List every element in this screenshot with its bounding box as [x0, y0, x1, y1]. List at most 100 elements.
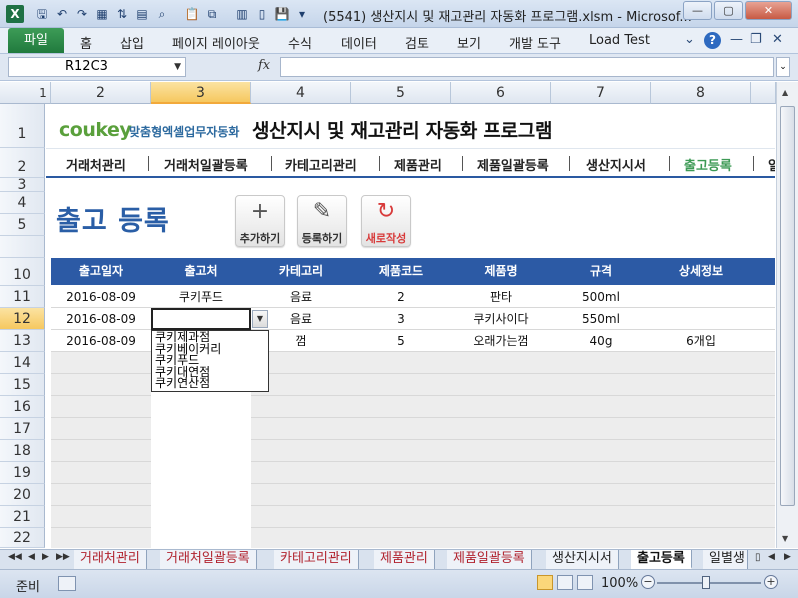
- cell-category[interactable]: 음료: [251, 286, 351, 308]
- nav-item-product-bulk[interactable]: 제품일괄등록: [477, 155, 549, 174]
- column-icon[interactable]: ▯: [254, 6, 270, 22]
- cell-product-name[interactable]: 오래가는껌: [451, 330, 551, 352]
- page-layout-view-icon[interactable]: [557, 575, 573, 590]
- cell-product-name[interactable]: 쿠키사이다: [451, 308, 551, 330]
- tab-page-layout[interactable]: 페이지 레이아웃: [172, 33, 260, 52]
- row-header[interactable]: 22: [0, 528, 45, 548]
- row-header[interactable]: [0, 236, 45, 258]
- table-row[interactable]: [51, 418, 775, 440]
- register-button[interactable]: ✎ 등록하기: [297, 195, 347, 247]
- row-header[interactable]: 20: [0, 484, 45, 506]
- name-box[interactable]: R12C3 ▼: [8, 57, 186, 77]
- nav-item-category[interactable]: 카테고리관리: [285, 155, 357, 174]
- row-header[interactable]: 1: [0, 104, 45, 148]
- tab-formulas[interactable]: 수식: [288, 33, 312, 52]
- nav-item-product[interactable]: 제품관리: [394, 155, 442, 174]
- minimize-button[interactable]: —: [683, 1, 712, 20]
- expand-formula-icon[interactable]: ⌄: [776, 57, 790, 77]
- sort-icon[interactable]: ⇅: [114, 6, 130, 22]
- cell-date[interactable]: 2016-08-09: [51, 286, 151, 308]
- add-button[interactable]: + 추가하기: [235, 195, 285, 247]
- validation-dropdown-list[interactable]: 쿠키제과점 쿠키베이커리 쿠키푸드 쿠키대연점 쿠키연산점: [151, 330, 269, 392]
- hscroll-left-icon[interactable]: ◀: [768, 552, 775, 562]
- scrollbar-thumb[interactable]: [780, 106, 795, 506]
- cell-destination[interactable]: [151, 528, 251, 548]
- copy-icon[interactable]: ⧉: [204, 6, 220, 22]
- save-as-icon[interactable]: 💾: [274, 6, 290, 22]
- save-icon[interactable]: 🖫: [34, 6, 50, 22]
- row-header[interactable]: 18: [0, 440, 45, 462]
- tab-data[interactable]: 데이터: [341, 33, 377, 52]
- column-header[interactable]: 7: [551, 82, 651, 104]
- table-row[interactable]: [51, 440, 775, 462]
- tab-home[interactable]: 홈: [80, 33, 92, 52]
- scroll-down-icon[interactable]: ▼: [782, 534, 788, 543]
- cell-date[interactable]: 2016-08-09: [51, 308, 151, 330]
- macro-record-icon[interactable]: [58, 576, 76, 591]
- row-header-selected[interactable]: 12: [0, 308, 45, 330]
- nav-item-customer-bulk[interactable]: 거래처일괄등록: [164, 155, 248, 174]
- sheet-tab-active[interactable]: 출고등록: [631, 550, 692, 569]
- hscroll-right-icon[interactable]: ▶: [784, 552, 791, 562]
- row-header[interactable]: 3: [0, 178, 45, 192]
- row-header[interactable]: 21: [0, 506, 45, 528]
- zoom-out-icon[interactable]: −: [641, 575, 655, 589]
- new-write-button[interactable]: ↻ 새로작성: [361, 195, 411, 247]
- cell-destination[interactable]: 쿠키푸드: [151, 286, 251, 308]
- page-break-view-icon[interactable]: [577, 575, 593, 590]
- redo-icon[interactable]: ↷: [74, 6, 90, 22]
- close-button[interactable]: ✕: [745, 1, 792, 20]
- ribbon-collapse-icon[interactable]: ⌄: [684, 32, 695, 47]
- nav-item-daily[interactable]: 일: [768, 155, 775, 174]
- excel-app-icon[interactable]: X: [6, 5, 24, 23]
- nav-item-production-order[interactable]: 생산지시서: [586, 155, 646, 174]
- next-sheet-icon[interactable]: ▶: [42, 552, 49, 562]
- form-icon[interactable]: ▤: [134, 6, 150, 22]
- row-header[interactable]: 19: [0, 462, 45, 484]
- nav-item-customer[interactable]: 거래처관리: [66, 155, 126, 174]
- zoom-slider-thumb[interactable]: [702, 576, 710, 589]
- column-header-selected[interactable]: 3: [151, 82, 251, 104]
- column-header[interactable]: 1: [36, 82, 51, 104]
- cell-destination[interactable]: [151, 440, 251, 462]
- tab-review[interactable]: 검토: [405, 33, 429, 52]
- cell-product-name[interactable]: 판타: [451, 286, 551, 308]
- column-header[interactable]: 2: [51, 82, 151, 104]
- help-icon[interactable]: ?: [704, 32, 721, 49]
- cell-destination[interactable]: [151, 506, 251, 528]
- cell-detail[interactable]: 6개입: [651, 330, 751, 352]
- row-header[interactable]: 5: [0, 214, 45, 236]
- row-header[interactable]: 11: [0, 286, 45, 308]
- cell-date[interactable]: 2016-08-09: [51, 330, 151, 352]
- cell-detail[interactable]: [651, 286, 751, 308]
- tab-load-test[interactable]: Load Test: [589, 33, 650, 48]
- tab-insert[interactable]: 삽입: [120, 33, 144, 52]
- tab-view[interactable]: 보기: [457, 33, 481, 52]
- cell-spec[interactable]: 40g: [551, 330, 651, 352]
- column-header[interactable]: 6: [451, 82, 551, 104]
- column-header[interactable]: 5: [351, 82, 451, 104]
- nav-item-shipment[interactable]: 출고등록: [684, 155, 732, 174]
- cell-destination[interactable]: [151, 462, 251, 484]
- row-header[interactable]: 13: [0, 330, 45, 352]
- column-header[interactable]: 8: [651, 82, 751, 104]
- table-row[interactable]: [51, 396, 775, 418]
- maximize-button[interactable]: ▢: [714, 1, 743, 20]
- table-icon[interactable]: ▦: [94, 6, 110, 22]
- cell-spec[interactable]: 550ml: [551, 308, 651, 330]
- vertical-scrollbar[interactable]: ▲ ▼: [776, 82, 798, 548]
- worksheet[interactable]: coukey 맞춤형엑셀업무자동화 생산지시 및 재고관리 자동화 프로그램 거…: [46, 104, 775, 548]
- cell-destination[interactable]: [151, 484, 251, 506]
- fx-icon[interactable]: fx: [258, 58, 270, 73]
- undo-icon[interactable]: ↶: [54, 6, 70, 22]
- cell-destination[interactable]: [151, 418, 251, 440]
- sheet-tab[interactable]: 거래처일괄등록: [160, 550, 257, 569]
- sheet-tab[interactable]: 일별생: [703, 550, 748, 569]
- ribbon-minimize-icon[interactable]: —: [730, 32, 743, 47]
- sheet-tab[interactable]: 거래처관리: [74, 550, 147, 569]
- active-cell[interactable]: [151, 308, 251, 330]
- sheet-tab[interactable]: 제품일괄등록: [447, 550, 532, 569]
- row-header[interactable]: 15: [0, 374, 45, 396]
- table-row[interactable]: [51, 462, 775, 484]
- row-header[interactable]: 4: [0, 192, 45, 214]
